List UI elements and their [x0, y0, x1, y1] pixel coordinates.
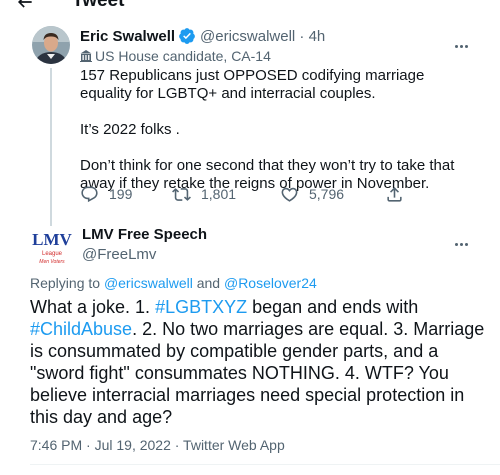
verified-badge-icon — [179, 28, 195, 44]
tweet-paragraph: 157 Republicans just OPPOSED codifying m… — [80, 67, 425, 102]
reply-button[interactable]: 199 — [80, 184, 132, 204]
mention-link[interactable]: @ericswalwell — [104, 275, 193, 291]
avatar[interactable] — [32, 26, 70, 64]
tweet-text: What a joke. 1. #LGBTXYZ began and ends … — [30, 297, 485, 427]
replying-to: Replying to @ericswalwell and @Roselover… — [30, 275, 317, 291]
retweet-button[interactable]: 1,801 — [172, 184, 236, 204]
author-name[interactable]: Eric Swalwell — [80, 28, 175, 45]
share-icon — [387, 186, 402, 202]
avatar-logo-sub: League — [42, 251, 63, 257]
hashtag-link[interactable]: #ChildAbuse — [30, 319, 132, 339]
tweet-paragraph: It’s 2022 folks . — [80, 121, 180, 138]
hashtag-link[interactable]: #LGBTXYZ — [155, 297, 247, 317]
avatar-logo-text: LMV — [32, 230, 72, 249]
avatar-logo-sub: Men Voters — [39, 259, 65, 265]
author-name[interactable]: LMV Free Speech — [82, 226, 207, 243]
account-label: US House candidate, CA-14 — [80, 48, 271, 64]
reply-icon — [81, 186, 98, 202]
back-arrow-icon[interactable] — [14, 0, 36, 12]
more-icon[interactable] — [455, 233, 475, 246]
share-button[interactable] — [385, 184, 414, 204]
like-button[interactable]: 5,796 — [280, 184, 344, 204]
thread-connector — [50, 68, 52, 230]
retweet-icon — [172, 187, 191, 201]
mention-link[interactable]: @Roselover24 — [224, 275, 317, 291]
page-header: Tweet — [0, 0, 500, 12]
avatar[interactable]: LMV League Men Voters — [30, 226, 74, 270]
page-title: Tweet — [72, 0, 125, 11]
author-handle[interactable]: @ericswalwell · 4h — [200, 28, 325, 45]
tweet-actions: 199 1,801 5,796 — [80, 184, 420, 204]
divider — [30, 464, 500, 465]
tweet-timestamp[interactable]: 7:46 PM · Jul 19, 2022 · Twitter Web App — [30, 437, 285, 453]
author-handle[interactable]: @FreeLmv — [82, 246, 156, 263]
more-icon[interactable] — [455, 35, 475, 48]
like-icon — [281, 187, 298, 202]
building-icon — [80, 50, 92, 62]
